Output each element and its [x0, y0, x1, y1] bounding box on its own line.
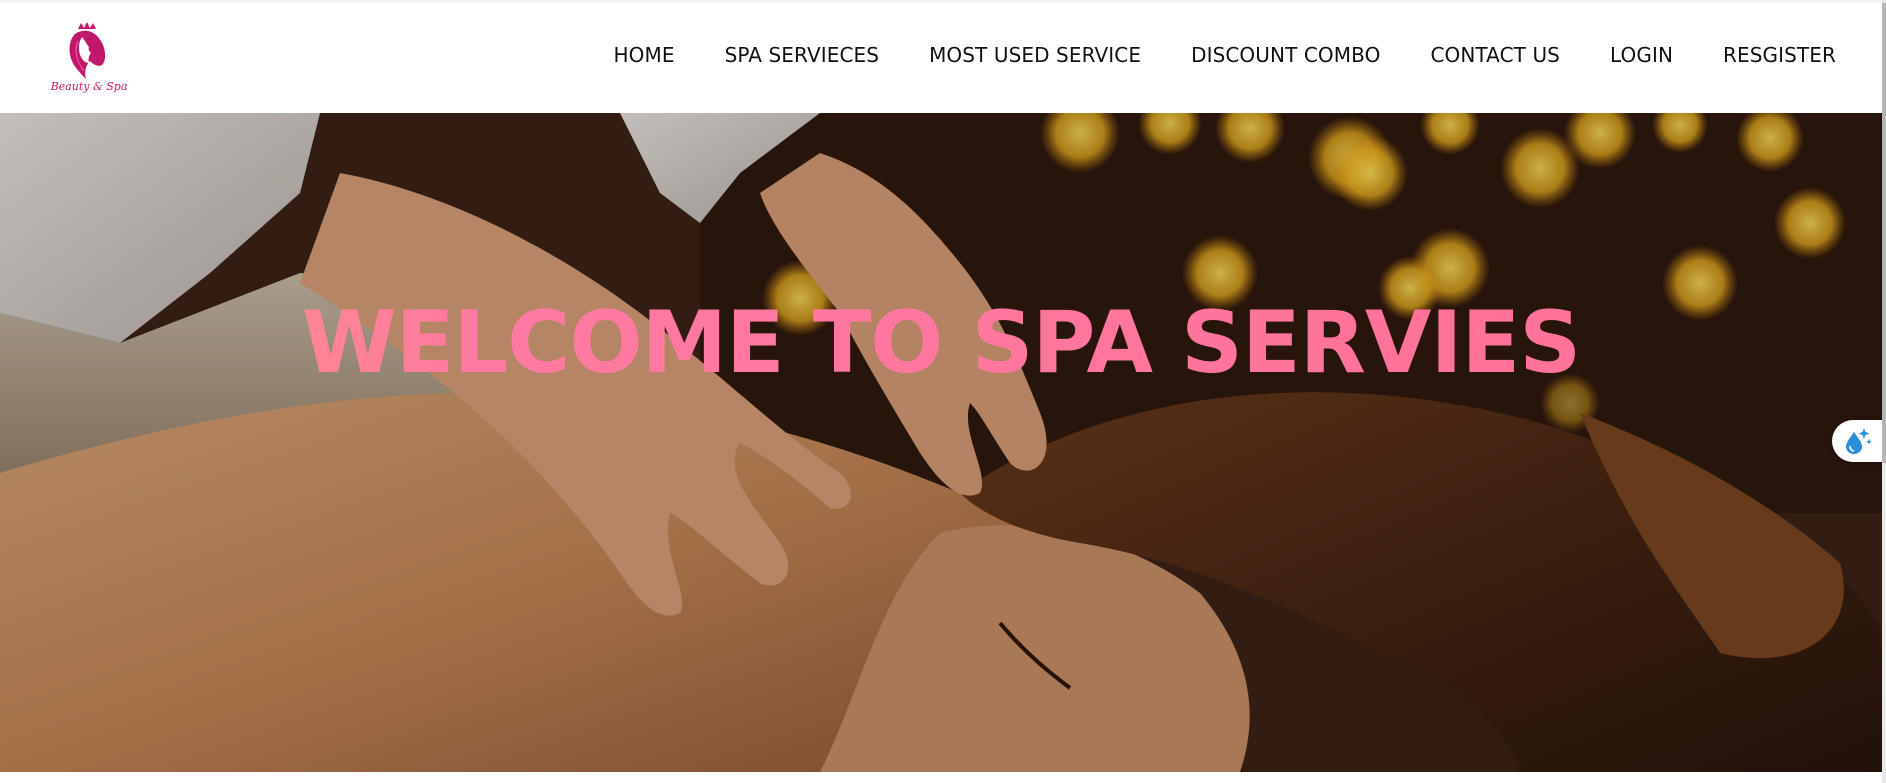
main-nav: HOME SPA SERVIECES MOST USED SERVICE DIS…	[614, 43, 1836, 67]
scrollbar-thumb[interactable]	[1882, 3, 1886, 463]
nav-spa-services[interactable]: SPA SERVIECES	[725, 43, 879, 67]
water-drop-sparkle-icon	[1846, 428, 1872, 454]
site-header: Beauty & Spa HOME SPA SERVIECES MOST USE…	[0, 3, 1886, 113]
nav-home[interactable]: HOME	[614, 43, 675, 67]
brand-logo-text: Beauty & Spa	[50, 80, 128, 93]
brand-logo[interactable]: Beauty & Spa	[48, 21, 130, 101]
hero-banner: WELCOME TO SPA SERVIES	[0, 113, 1882, 772]
nav-most-used-service[interactable]: MOST USED SERVICE	[929, 43, 1141, 67]
floating-widget-button[interactable]	[1832, 420, 1886, 462]
nav-contact-us[interactable]: CONTACT US	[1430, 43, 1560, 67]
hero-title: WELCOME TO SPA SERVIES	[0, 293, 1882, 393]
nav-register[interactable]: RESGISTER	[1723, 43, 1836, 67]
woman-crown-silhouette-icon	[69, 22, 106, 79]
nav-login[interactable]: LOGIN	[1610, 43, 1673, 67]
hero-dim-overlay	[0, 113, 1882, 772]
nav-discount-combo[interactable]: DISCOUNT COMBO	[1191, 43, 1380, 67]
